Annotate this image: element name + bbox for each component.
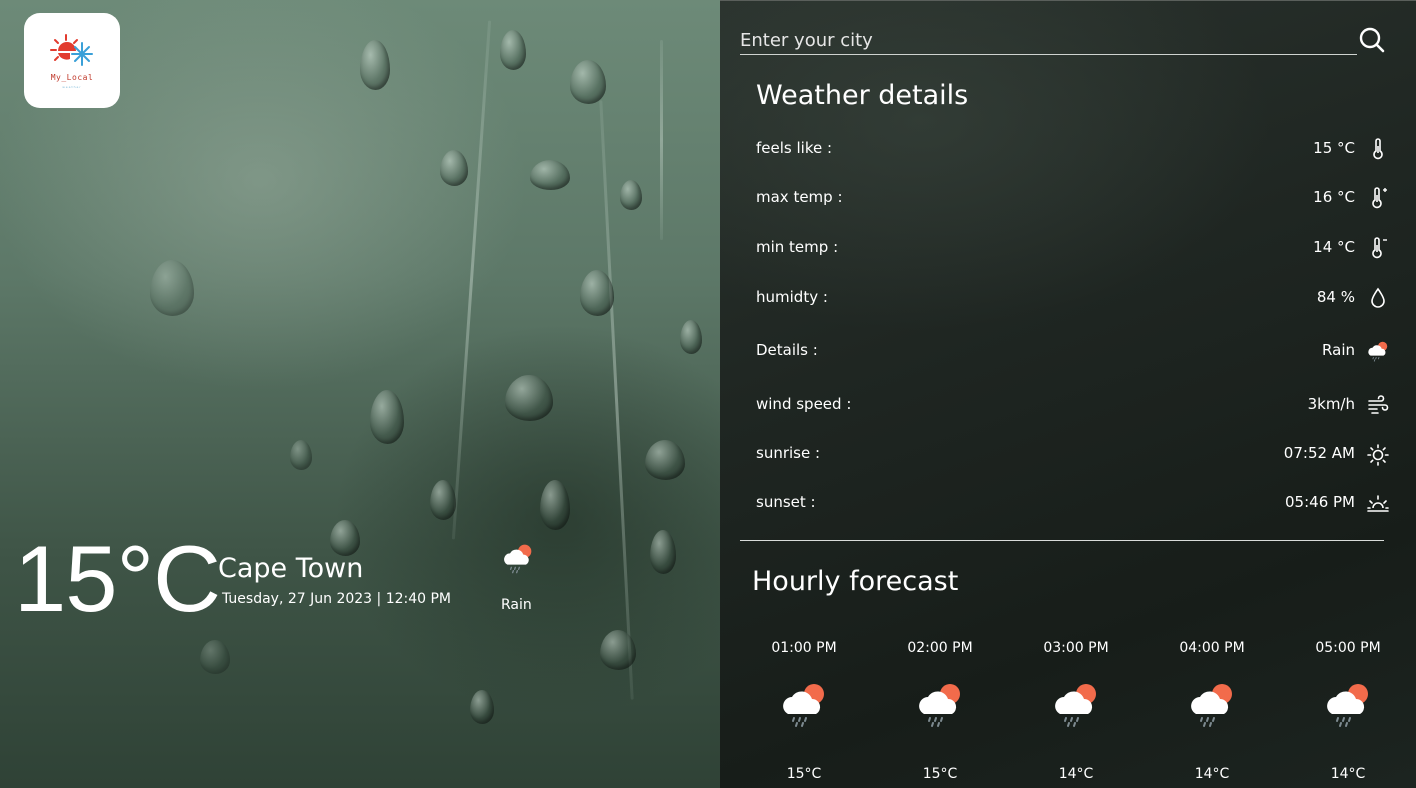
hourly-temp: 14°C bbox=[1194, 766, 1230, 782]
hourly-time: 01:00 PM bbox=[771, 640, 837, 656]
current-condition: Rain bbox=[501, 597, 532, 613]
rain-drop bbox=[150, 260, 194, 316]
rain-drop bbox=[580, 270, 614, 316]
detail-value: 07:52 AM bbox=[1283, 444, 1355, 462]
rain-cloud-sun-icon bbox=[504, 544, 532, 574]
wind-icon bbox=[1368, 395, 1389, 414]
rain-cloud-sun-icon bbox=[919, 684, 960, 727]
detail-label: sunset : bbox=[756, 493, 816, 511]
hourly-item: 05:00 PM 14°C bbox=[1288, 640, 1408, 782]
sun-snowflake-logo-icon bbox=[50, 34, 93, 66]
rain-cloud-sun-icon bbox=[1368, 341, 1388, 362]
hourly-temp: 14°C bbox=[1330, 766, 1366, 782]
hourly-temp: 14°C bbox=[1058, 766, 1094, 782]
detail-label: sunrise : bbox=[756, 444, 821, 462]
current-temperature: 15°C bbox=[14, 526, 221, 631]
search-button[interactable] bbox=[1357, 26, 1387, 56]
hourly-item: 04:00 PM 14°C bbox=[1152, 640, 1272, 782]
detail-label: wind speed : bbox=[756, 395, 852, 413]
rain-drop bbox=[470, 690, 494, 724]
detail-label: min temp : bbox=[756, 238, 839, 256]
rain-cloud-sun-icon bbox=[1327, 684, 1368, 727]
rain-drop bbox=[500, 30, 526, 70]
sunrise-icon bbox=[1367, 444, 1389, 466]
rain-cloud-sun-icon bbox=[1191, 684, 1232, 727]
detail-row-description: Details : Rain bbox=[756, 339, 1390, 363]
rain-drop bbox=[430, 480, 456, 520]
search-icon bbox=[1359, 27, 1385, 53]
hourly-time: 04:00 PM bbox=[1179, 640, 1245, 656]
sunset-icon bbox=[1367, 495, 1389, 512]
hourly-time: 02:00 PM bbox=[907, 640, 973, 656]
rain-drop bbox=[505, 375, 553, 421]
rain-drop bbox=[680, 320, 702, 354]
hourly-item: 02:00 PM 15°C bbox=[880, 640, 1000, 782]
detail-row-feels-like: feels like : 15 °C bbox=[756, 137, 1390, 161]
app-logo[interactable]: My_Local weather bbox=[24, 13, 120, 108]
hourly-temp: 15°C bbox=[786, 766, 822, 782]
detail-value: 84 % bbox=[1316, 288, 1355, 306]
current-datetime: Tuesday, 27 Jun 2023 | 12:40 PM bbox=[222, 591, 452, 607]
detail-value: 3km/h bbox=[1307, 395, 1355, 413]
rain-drop bbox=[530, 160, 570, 190]
rain-cloud-sun-icon bbox=[783, 684, 824, 727]
hourly-time: 03:00 PM bbox=[1043, 640, 1109, 656]
detail-row-max-temp: max temp : 16 °C bbox=[756, 186, 1390, 210]
search-bar bbox=[740, 26, 1357, 55]
hourly-item: 01:00 PM 15°C bbox=[744, 640, 864, 782]
detail-label: humidty : bbox=[756, 288, 828, 306]
droplet-icon bbox=[1371, 287, 1385, 308]
detail-label: feels like : bbox=[756, 139, 833, 157]
detail-label: max temp : bbox=[756, 188, 843, 206]
rain-drop bbox=[440, 150, 468, 186]
detail-value: 16 °C bbox=[1313, 188, 1355, 206]
detail-row-wind-speed: wind speed : 3km/h bbox=[756, 393, 1390, 417]
logo-text: My_Local bbox=[50, 73, 94, 82]
detail-value: Rain bbox=[1322, 341, 1355, 359]
rain-drop bbox=[290, 440, 312, 470]
detail-value: 05:46 PM bbox=[1285, 493, 1355, 511]
section-divider bbox=[740, 540, 1384, 541]
city-name: Cape Town bbox=[218, 553, 364, 584]
detail-row-humidity: humidty : 84 % bbox=[756, 286, 1390, 310]
rain-drop bbox=[360, 40, 390, 90]
rain-streak bbox=[451, 20, 492, 540]
weather-details-title: Weather details bbox=[756, 80, 969, 111]
logo-subtext: weather bbox=[62, 85, 82, 89]
rain-drop bbox=[540, 480, 570, 530]
rain-background-image bbox=[0, 0, 720, 788]
rain-drop bbox=[620, 180, 642, 210]
hourly-time: 05:00 PM bbox=[1315, 640, 1381, 656]
city-search-input[interactable] bbox=[740, 26, 1357, 54]
rain-drop bbox=[645, 440, 685, 480]
thermometer-minus-icon bbox=[1372, 237, 1387, 259]
rain-drop bbox=[330, 520, 360, 556]
rain-streak bbox=[660, 40, 663, 240]
hourly-item: 03:00 PM 14°C bbox=[1016, 640, 1136, 782]
detail-row-sunset: sunset : 05:46 PM bbox=[756, 491, 1390, 515]
detail-value: 14 °C bbox=[1313, 238, 1355, 256]
detail-row-min-temp: min temp : 14 °C bbox=[756, 236, 1390, 260]
hourly-temp: 15°C bbox=[922, 766, 958, 782]
rain-drop bbox=[600, 630, 636, 670]
rain-cloud-sun-icon bbox=[1055, 684, 1096, 727]
detail-row-sunrise: sunrise : 07:52 AM bbox=[756, 442, 1390, 466]
thermometer-icon bbox=[1373, 138, 1383, 160]
rain-drop bbox=[570, 60, 606, 104]
detail-label: Details : bbox=[756, 341, 818, 359]
rain-drop bbox=[370, 390, 404, 444]
thermometer-plus-icon bbox=[1372, 187, 1387, 209]
rain-drop bbox=[650, 530, 676, 574]
detail-value: 15 °C bbox=[1313, 139, 1355, 157]
hourly-forecast-title: Hourly forecast bbox=[752, 566, 959, 597]
rain-drop bbox=[200, 640, 230, 674]
